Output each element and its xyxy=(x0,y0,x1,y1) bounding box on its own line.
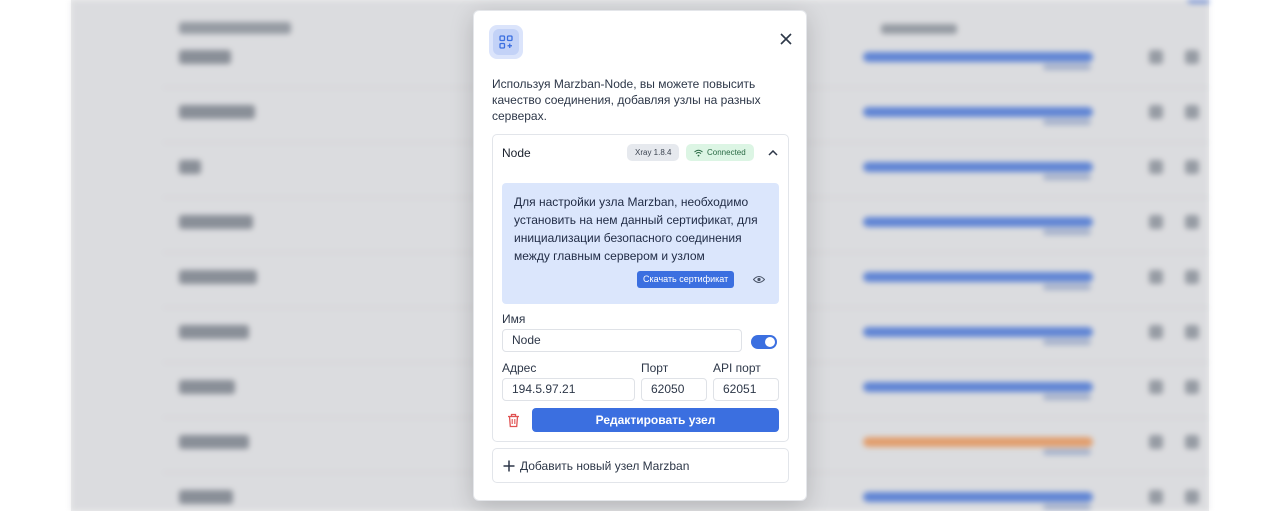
node-title: Node xyxy=(502,146,531,160)
trash-icon[interactable] xyxy=(505,412,521,428)
nodes-modal: Используя Marzban-Node, вы можете повыси… xyxy=(473,10,807,501)
node-enabled-toggle[interactable] xyxy=(751,335,777,349)
port-field[interactable]: 62050 xyxy=(641,378,707,401)
edit-node-button[interactable]: Редактировать узел xyxy=(532,408,779,432)
download-certificate-button[interactable]: Скачать сертификат xyxy=(637,271,735,288)
chevron-up-icon[interactable] xyxy=(767,147,779,159)
add-node-label: Добавить новый узел Marzban xyxy=(520,459,690,473)
close-icon[interactable] xyxy=(776,29,796,49)
port-label: Порт xyxy=(641,361,669,375)
node-grid-icon xyxy=(489,25,523,59)
eye-icon[interactable] xyxy=(750,271,767,288)
plus-icon xyxy=(503,460,515,472)
modal-description: Используя Marzban-Node, вы можете повыси… xyxy=(492,77,761,123)
name-label: Имя xyxy=(502,312,526,326)
certificate-info: Для настройки узла Marzban, необходимо у… xyxy=(502,183,779,304)
xray-version-badge: Xray 1.8.4 xyxy=(627,144,680,161)
certificate-info-text: Для настройки узла Marzban, необходимо у… xyxy=(514,195,758,263)
wifi-icon xyxy=(694,149,703,156)
status-badge: Connected xyxy=(686,144,754,161)
status-label: Connected xyxy=(707,148,746,157)
node-card: Node Xray 1.8.4 Connected Для настройки … xyxy=(492,134,789,442)
add-node-button[interactable]: Добавить новый узел Marzban xyxy=(492,448,789,483)
api-port-label: API порт xyxy=(713,361,761,375)
name-field[interactable]: Node xyxy=(502,329,742,352)
api-port-field[interactable]: 62051 xyxy=(713,378,779,401)
address-field[interactable]: 194.5.97.21 xyxy=(502,378,635,401)
address-label: Адрес xyxy=(502,361,537,375)
